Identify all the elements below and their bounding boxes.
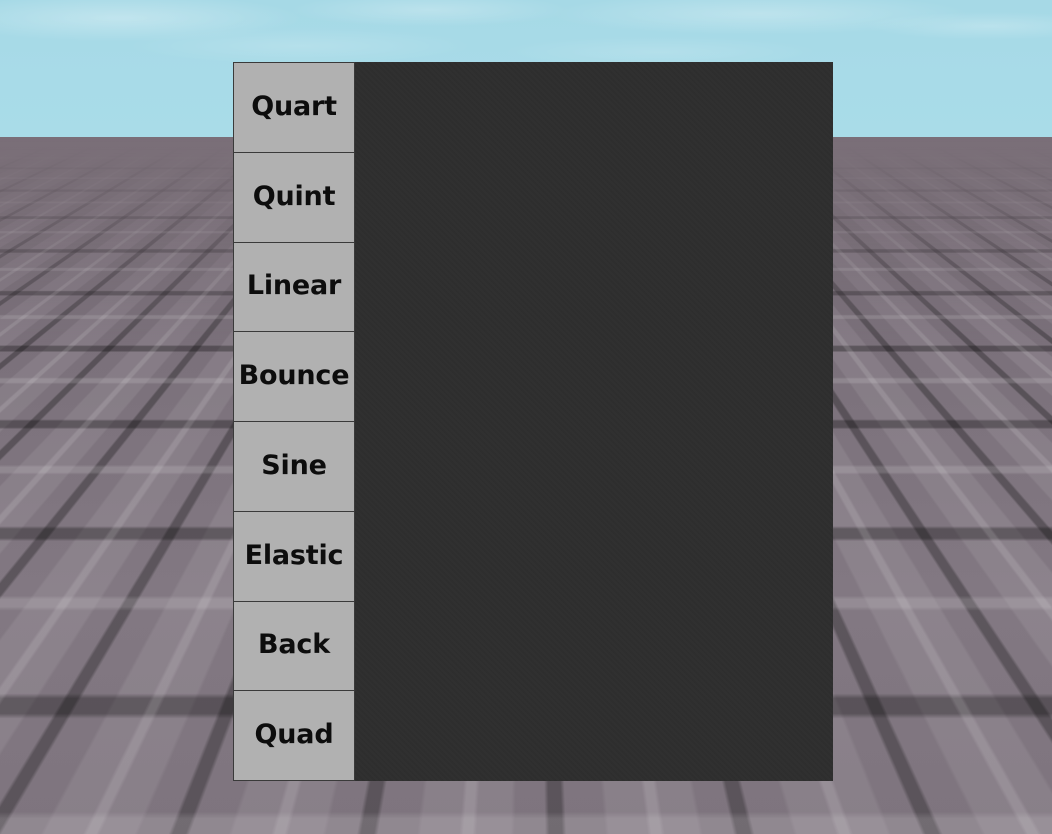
easing-button-quart[interactable]: Quart [233,62,355,152]
easing-button-label: Linear [246,270,342,302]
easing-button-quad[interactable]: Quad [233,690,355,781]
easing-button-sine[interactable]: Sine [233,421,355,511]
easing-style-list: Quart Quint Linear Bounce Sine Elastic B… [233,62,355,781]
easing-button-label: Bounce [238,360,350,392]
easing-button-label: Sine [261,449,327,481]
easing-button-label: Quint [252,180,336,212]
easing-button-label: Quart [251,90,337,122]
easing-preview-panel [354,62,833,781]
easing-button-back[interactable]: Back [233,600,355,691]
easing-button-bounce[interactable]: Bounce [233,331,355,421]
easing-button-label: Quad [254,719,334,751]
easing-button-linear[interactable]: Linear [233,241,355,332]
easing-button-label: Back [258,629,330,661]
easing-button-label: Elastic [244,539,344,571]
easing-button-elastic[interactable]: Elastic [233,510,355,601]
game-viewport: Quart Quint Linear Bounce Sine Elastic B… [0,0,1052,834]
easing-button-quint[interactable]: Quint [233,151,355,242]
